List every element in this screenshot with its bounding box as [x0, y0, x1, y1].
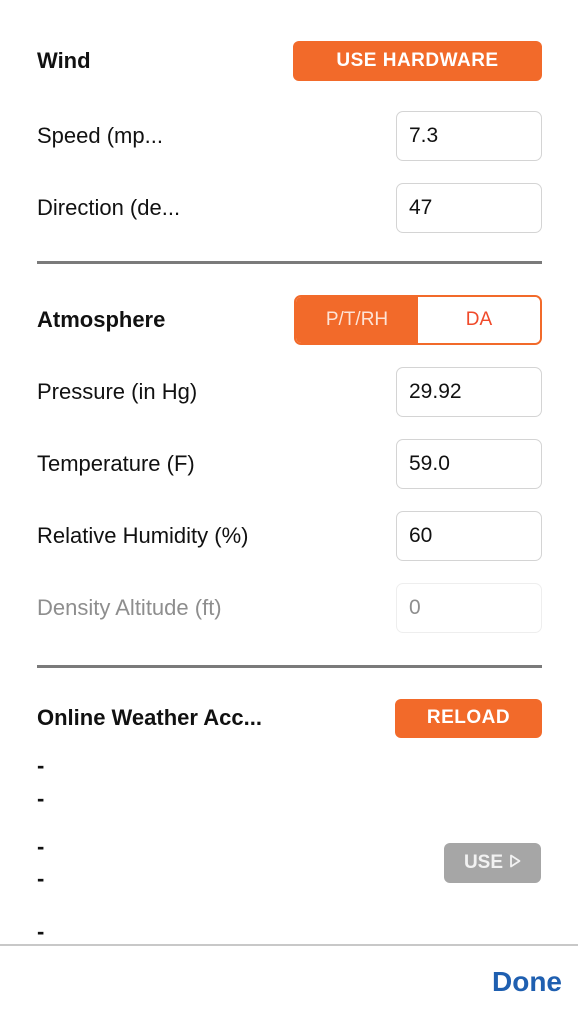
humidity-input[interactable]: 60: [396, 511, 542, 561]
section-divider: [37, 261, 542, 264]
wind-direction-label: Direction (de...: [37, 195, 181, 220]
wind-speed-row: Speed (mp... 7.3: [37, 110, 542, 162]
pressure-label: Pressure (in Hg): [37, 379, 198, 404]
wind-direction-row: Direction (de... 47: [37, 182, 542, 234]
humidity-row: Relative Humidity (%) 60: [37, 510, 542, 562]
wind-direction-input[interactable]: 47: [396, 183, 542, 233]
wind-speed-label: Speed (mp...: [37, 123, 163, 148]
weather-line: -: [37, 786, 45, 811]
temperature-row: Temperature (F) 59.0: [37, 438, 542, 490]
play-outline-icon: [509, 852, 521, 874]
weather-line: -: [37, 834, 45, 859]
segment-da[interactable]: DA: [418, 297, 540, 343]
use-hardware-button[interactable]: USE HARDWARE: [293, 41, 542, 81]
weather-line: -: [37, 753, 45, 778]
atmosphere-mode-segmented-control: P/T/RH DA: [294, 295, 542, 345]
density-altitude-label: Density Altitude (ft): [37, 595, 222, 620]
wind-header: Wind USE HARDWARE: [37, 40, 542, 82]
density-altitude-input: 0: [396, 583, 542, 633]
atmosphere-title: Atmosphere: [37, 307, 166, 332]
temperature-input[interactable]: 59.0: [396, 439, 542, 489]
weather-line: -: [37, 919, 45, 944]
wind-speed-input[interactable]: 7.3: [396, 111, 542, 161]
online-weather-header: Online Weather Acc... RELOAD: [37, 698, 542, 738]
humidity-label: Relative Humidity (%): [37, 523, 249, 548]
pressure-row: Pressure (in Hg) 29.92: [37, 366, 542, 418]
density-altitude-row: Density Altitude (ft) 0: [37, 582, 542, 634]
segment-ptrh[interactable]: P/T/RH: [296, 297, 418, 343]
done-button[interactable]: Done: [492, 966, 562, 998]
weather-line: -: [37, 866, 45, 891]
temperature-label: Temperature (F): [37, 451, 195, 476]
reload-button[interactable]: RELOAD: [395, 698, 542, 738]
online-weather-title: Online Weather Acc...: [37, 705, 262, 730]
toolbar-separator: [0, 944, 578, 946]
section-divider: [37, 665, 542, 668]
wind-title: Wind: [37, 48, 91, 73]
use-weather-button[interactable]: USE: [444, 843, 541, 883]
atmosphere-header: Atmosphere P/T/RH DA: [37, 294, 542, 346]
pressure-input[interactable]: 29.92: [396, 367, 542, 417]
use-weather-label: USE: [463, 852, 504, 873]
